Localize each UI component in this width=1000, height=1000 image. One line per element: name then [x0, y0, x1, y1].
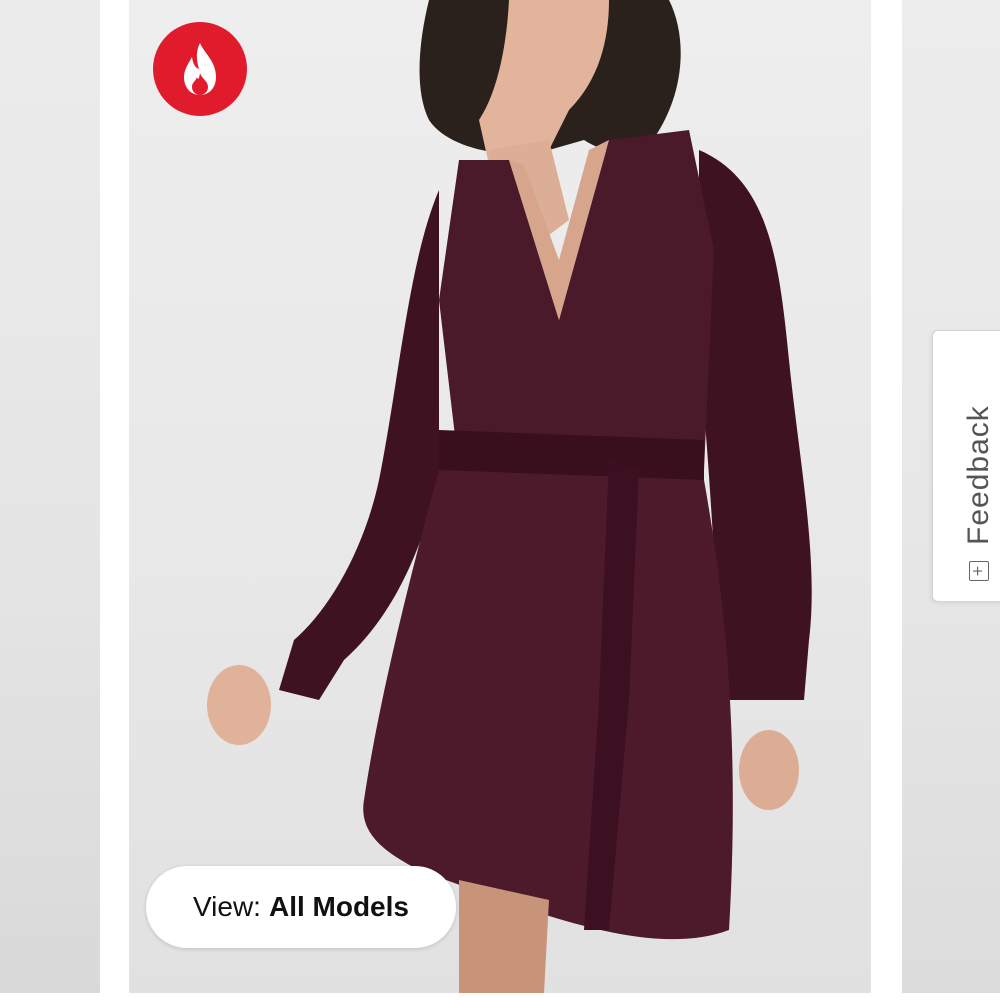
product-image[interactable] — [129, 0, 871, 993]
feedback-content: + Feedback — [962, 405, 996, 581]
previous-product-image[interactable] — [0, 0, 100, 993]
view-value: All Models — [268, 891, 409, 922]
trending-badge — [153, 22, 247, 116]
flame-icon — [184, 43, 216, 95]
plus-box-icon: + — [969, 561, 989, 581]
view-label: View: — [193, 891, 261, 922]
feedback-tab[interactable]: + Feedback — [932, 330, 1000, 602]
feedback-label: Feedback — [962, 405, 995, 545]
view-models-toggle[interactable]: View: All Models — [146, 866, 456, 948]
product-image-gallery — [0, 0, 1000, 1000]
model-in-dress-illustration — [207, 0, 812, 993]
